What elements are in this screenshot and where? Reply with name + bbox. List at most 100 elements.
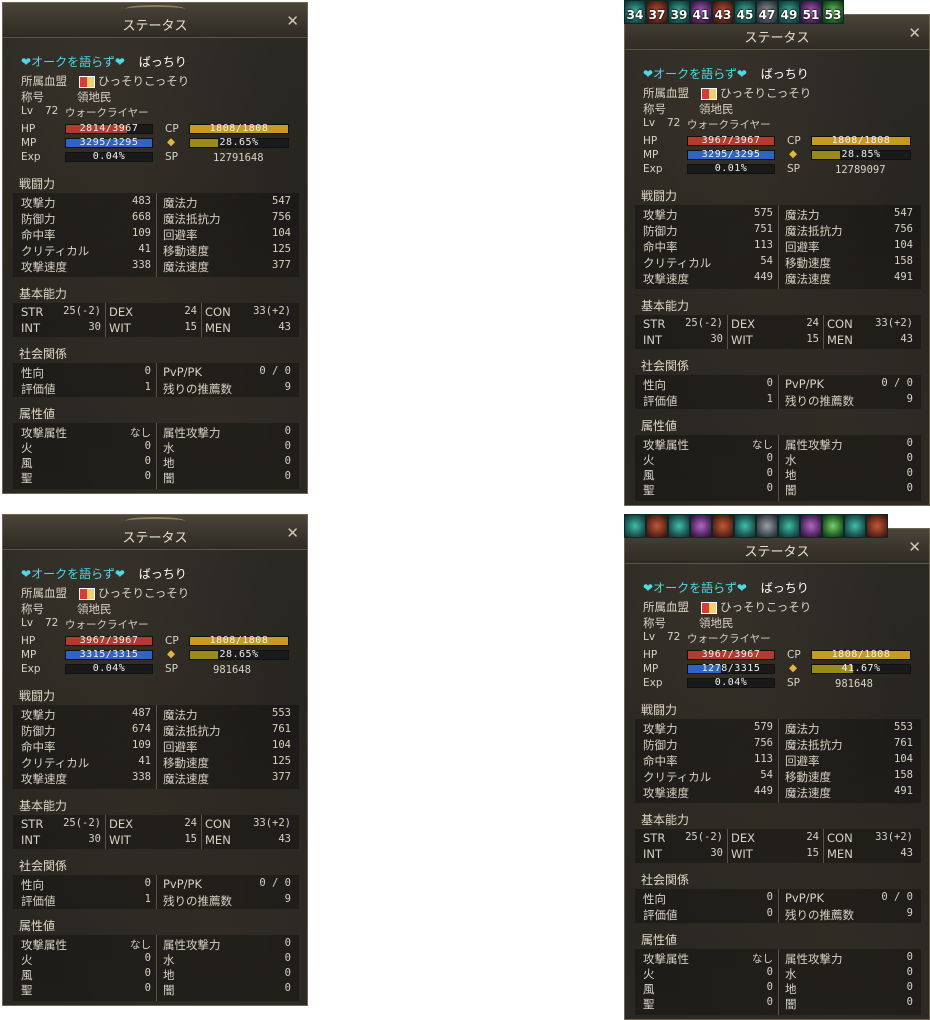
window-titlebar[interactable]: ステータス ✕ bbox=[3, 3, 307, 38]
cp-label: CP bbox=[165, 123, 179, 135]
close-icon[interactable]: ✕ bbox=[286, 524, 299, 542]
level-label: Lv bbox=[643, 117, 656, 129]
buff-icon[interactable] bbox=[844, 514, 866, 538]
stat-label: 闇 bbox=[785, 997, 797, 1011]
stat-value: 449 bbox=[754, 271, 773, 283]
close-icon[interactable]: ✕ bbox=[908, 24, 921, 42]
grid-divider bbox=[778, 435, 779, 501]
stat-value: なし bbox=[130, 939, 151, 951]
stat-label: 移動速度 bbox=[785, 770, 831, 784]
status-window: ステータス ✕ ❤オークを語らず❤ ばっちり 所属血盟 ひっそりこっそり 称号 … bbox=[2, 2, 308, 494]
weight-bar: 28.65% bbox=[189, 649, 289, 660]
stat-label: 魔法力 bbox=[163, 196, 198, 210]
buff-timer: 45 bbox=[736, 8, 754, 22]
cp-value: 1808/1808 bbox=[831, 649, 891, 660]
stat-label: 魔法抵抗力 bbox=[785, 224, 843, 238]
section-social: 社会関係 bbox=[19, 347, 68, 361]
buff-icon[interactable]: 51 bbox=[800, 0, 822, 24]
stat-label: クリティカル bbox=[21, 756, 90, 770]
buff-icon[interactable] bbox=[690, 514, 712, 538]
stat-value: 41 bbox=[138, 243, 151, 255]
stat-value: 377 bbox=[272, 259, 291, 271]
stat-value: 0 bbox=[766, 981, 773, 993]
stat-value: 491 bbox=[894, 785, 913, 797]
buff-icon[interactable] bbox=[624, 514, 646, 538]
stat-label: 水 bbox=[785, 453, 797, 467]
buff-icon[interactable] bbox=[822, 514, 844, 538]
buff-icon[interactable]: 45 bbox=[734, 0, 756, 24]
clan-value: ひっそりこっそり bbox=[701, 599, 811, 615]
buff-icon[interactable] bbox=[800, 514, 822, 538]
exp-value: 0.04% bbox=[92, 663, 126, 674]
buff-icon[interactable] bbox=[668, 514, 690, 538]
class-name: ウォークライヤー bbox=[65, 107, 149, 119]
buff-bar: 34 37 39 41 43 45 47 49 51 53 bbox=[624, 0, 844, 24]
stat-value: 0 bbox=[766, 966, 773, 978]
stat-value: 0 bbox=[766, 996, 773, 1008]
buff-icon[interactable]: 37 bbox=[646, 0, 668, 24]
heart-icon: ❤ bbox=[21, 567, 32, 581]
buff-icon[interactable]: 39 bbox=[668, 0, 690, 24]
clan-value: ひっそりこっそり bbox=[79, 585, 189, 601]
status-content: ❤オークを語らず❤ ばっちり 所属血盟 ひっそりこっそり 称号 領地民 Lv 7… bbox=[13, 43, 299, 489]
buff-icon[interactable]: 41 bbox=[690, 0, 712, 24]
weight-icon: ◆ bbox=[167, 136, 176, 148]
buff-icon[interactable] bbox=[778, 514, 800, 538]
mp-bar: 3315/3315 bbox=[65, 649, 153, 660]
stat-label: 性向 bbox=[643, 892, 666, 906]
buff-icon[interactable] bbox=[734, 514, 756, 538]
stat-label: 聖 bbox=[643, 483, 655, 497]
stat-label: DEX bbox=[731, 317, 755, 331]
weight-icon: ◆ bbox=[167, 648, 176, 660]
buff-icon[interactable] bbox=[712, 514, 734, 538]
hp-bar: 3967/3967 bbox=[687, 135, 775, 146]
stat-label: 残りの推薦数 bbox=[163, 382, 232, 396]
stat-value: 15 bbox=[806, 333, 819, 345]
mp-value: 1278/3315 bbox=[701, 663, 761, 674]
exp-label: Exp bbox=[21, 151, 41, 163]
window-titlebar[interactable]: ステータス ✕ bbox=[3, 515, 307, 550]
section-social: 社会関係 bbox=[19, 859, 68, 873]
stat-value: 0 bbox=[284, 982, 291, 994]
buff-timer: 49 bbox=[780, 8, 798, 22]
stat-label: 攻撃力 bbox=[21, 196, 56, 210]
buff-icon[interactable]: 47 bbox=[756, 0, 778, 24]
buff-icon[interactable] bbox=[756, 514, 778, 538]
level-value: 72 bbox=[45, 617, 59, 629]
stat-value: 668 bbox=[132, 211, 151, 223]
buff-icon[interactable]: 49 bbox=[778, 0, 800, 24]
stat-value: 0 / 0 bbox=[259, 365, 291, 377]
section-combat: 戦闘力 bbox=[19, 689, 56, 703]
close-icon[interactable]: ✕ bbox=[908, 538, 921, 556]
buff-icon[interactable]: 53 bbox=[822, 0, 844, 24]
stat-value: 751 bbox=[754, 223, 773, 235]
window-title: ステータス bbox=[744, 31, 810, 46]
stat-value: 0 bbox=[144, 877, 151, 889]
stat-label: 魔法力 bbox=[163, 708, 198, 722]
cp-bar: 1808/1808 bbox=[811, 135, 911, 146]
clan-label: 所属血盟 bbox=[21, 586, 67, 600]
mp-label: MP bbox=[21, 649, 37, 661]
class-name: ウォークライヤー bbox=[687, 633, 771, 645]
social-grid: 性向 0 PvP/PK 0 / 0 評価値 1 残りの推薦数 9 bbox=[13, 363, 299, 397]
weight-bar: 28.65% bbox=[189, 137, 289, 148]
stat-label: 風 bbox=[21, 456, 33, 470]
close-icon[interactable]: ✕ bbox=[286, 12, 299, 30]
stat-label: 残りの推薦数 bbox=[785, 908, 854, 922]
stat-value: 9 bbox=[906, 907, 913, 919]
stat-label: 攻撃力 bbox=[643, 722, 678, 736]
stat-label: PvP/PK bbox=[785, 377, 825, 391]
stat-value: 0 bbox=[766, 891, 773, 903]
buff-icon[interactable]: 43 bbox=[712, 0, 734, 24]
stat-label: 性向 bbox=[643, 378, 666, 392]
buff-icon[interactable]: 34 bbox=[624, 0, 646, 24]
buff-icon[interactable] bbox=[646, 514, 668, 538]
hp-value: 3967/3967 bbox=[701, 649, 761, 660]
grid-divider bbox=[105, 815, 106, 849]
stat-value: 25(-2) bbox=[63, 817, 101, 829]
buff-icon[interactable] bbox=[866, 514, 888, 538]
stat-label: 地 bbox=[785, 982, 797, 996]
section-basic: 基本能力 bbox=[19, 287, 68, 301]
stat-value: 553 bbox=[272, 707, 291, 719]
clan-crest-icon bbox=[701, 601, 717, 614]
